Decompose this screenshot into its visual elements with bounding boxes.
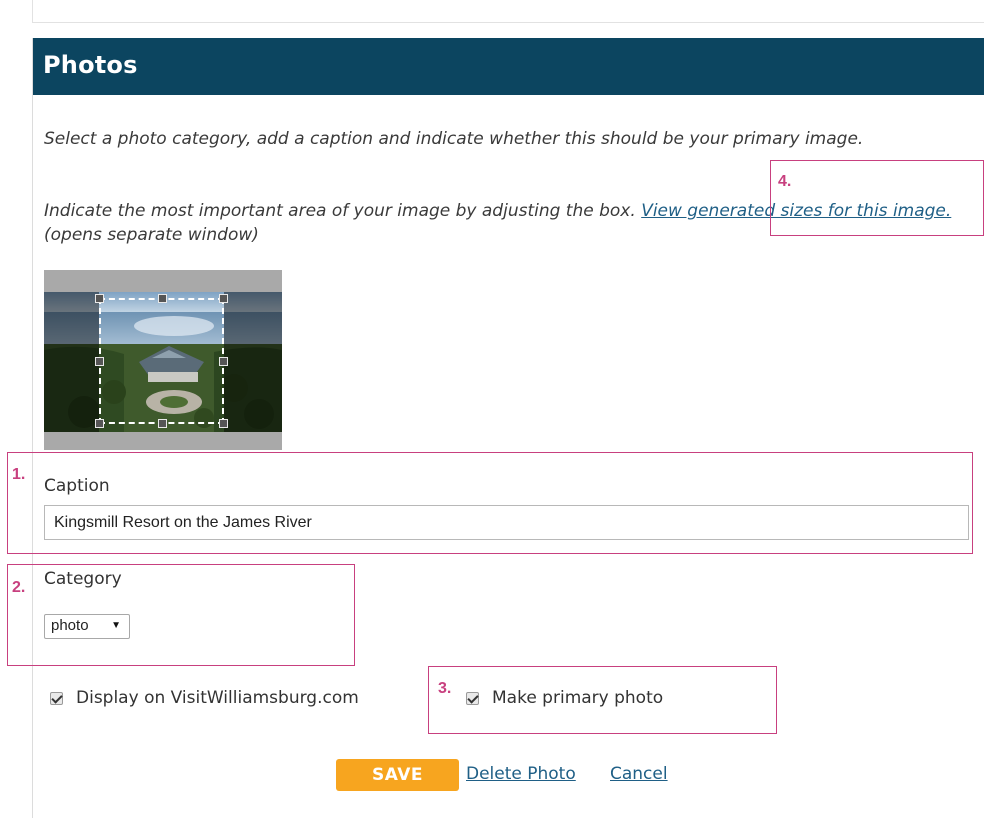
annotation-number-4: 4. xyxy=(778,173,792,190)
annotation-number-1: 1. xyxy=(12,466,26,483)
crop-instruction-text: Indicate the most important area of your… xyxy=(44,199,974,247)
crop-shade-right xyxy=(224,292,282,432)
primary-photo-option: Make primary photo xyxy=(466,688,663,708)
delete-photo-link[interactable]: Delete Photo xyxy=(466,764,576,784)
photo-crop-area xyxy=(44,270,282,450)
display-on-site-option: Display on VisitWilliamsburg.com xyxy=(50,688,359,708)
crop-handle-right[interactable] xyxy=(219,357,228,366)
annotation-number-2: 2. xyxy=(12,579,26,596)
cancel-link[interactable]: Cancel xyxy=(610,764,668,784)
category-select[interactable]: photo ▼ xyxy=(44,614,130,639)
caption-input[interactable] xyxy=(44,505,969,540)
crop-handle-bottom-right[interactable] xyxy=(219,419,228,428)
save-button[interactable]: SAVE xyxy=(336,759,459,791)
photos-panel: Photos Select a photo category, add a ca… xyxy=(32,38,984,818)
caption-label: Caption xyxy=(44,476,110,496)
primary-photo-label: Make primary photo xyxy=(492,688,664,708)
panel-title: Photos xyxy=(43,51,138,79)
primary-photo-checkbox[interactable] xyxy=(466,691,479,705)
instruction-text: Select a photo category, add a caption a… xyxy=(44,129,864,149)
crop-handle-top-left[interactable] xyxy=(95,294,104,303)
crop-instruction-suffix: (opens separate window) xyxy=(44,225,259,245)
crop-handle-bottom-left[interactable] xyxy=(95,419,104,428)
crop-handle-left[interactable] xyxy=(95,357,104,366)
crop-handle-top[interactable] xyxy=(158,294,167,303)
display-on-site-label: Display on VisitWilliamsburg.com xyxy=(76,688,359,708)
photo-preview xyxy=(44,292,282,432)
photo-editor-page: Photos Select a photo category, add a ca… xyxy=(0,0,984,818)
crop-instruction-prefix: Indicate the most important area of your… xyxy=(44,201,636,221)
dropdown-arrow-icon: ▼ xyxy=(111,620,121,631)
crop-shade-left xyxy=(44,292,99,432)
crop-handle-top-right[interactable] xyxy=(219,294,228,303)
crop-handle-bottom[interactable] xyxy=(158,419,167,428)
category-selected-value: photo xyxy=(51,617,89,634)
crop-selection-box[interactable] xyxy=(95,294,228,428)
annotation-number-3: 3. xyxy=(438,680,452,697)
view-generated-sizes-link[interactable]: View generated sizes for this image. xyxy=(641,201,951,221)
panel-header: Photos xyxy=(33,38,984,95)
display-on-site-checkbox[interactable] xyxy=(50,691,63,705)
category-label: Category xyxy=(44,569,122,589)
previous-section-card xyxy=(32,0,984,23)
